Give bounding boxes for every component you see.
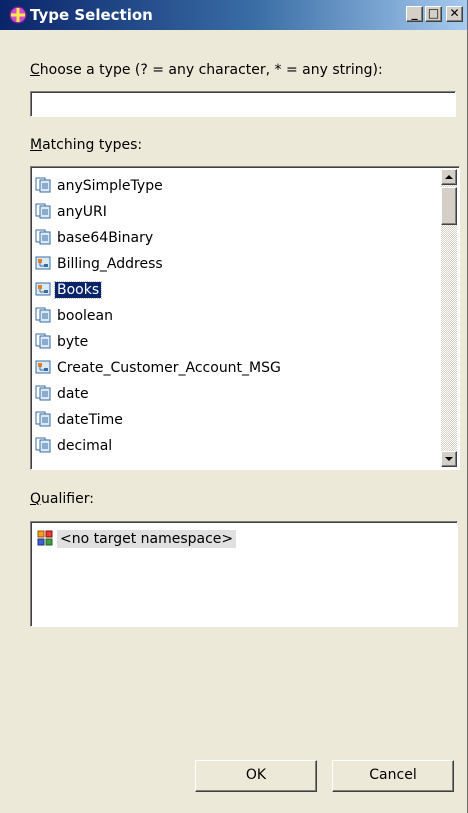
type-selection-icon	[9, 6, 27, 24]
list-item-label: Create_Customer_Account_MSG	[57, 360, 281, 376]
qualifier-label: Qualifier:	[30, 491, 94, 507]
vertical-scrollbar[interactable]	[441, 169, 457, 467]
qualifier-list[interactable]: <no target namespace>	[30, 521, 458, 627]
list-item-label: date	[57, 386, 89, 402]
complex-type-icon	[35, 360, 51, 374]
list-item-label: dateTime	[57, 412, 123, 428]
scroll-down-button[interactable]	[441, 451, 457, 467]
minimize-button[interactable]: _	[406, 6, 423, 22]
list-item[interactable]: decimal	[35, 435, 114, 457]
list-item-label: anySimpleType	[57, 178, 163, 194]
list-item[interactable]: byte	[35, 331, 90, 353]
type-filter-input[interactable]	[30, 91, 456, 117]
namespace-icon	[37, 530, 53, 546]
list-item-label: boolean	[57, 308, 113, 324]
maximize-button[interactable]: □	[425, 6, 442, 22]
simple-type-icon	[35, 437, 51, 453]
simple-type-icon	[35, 307, 51, 323]
list-item[interactable]: Books	[35, 279, 103, 301]
list-item-label: Billing_Address	[57, 256, 163, 272]
list-item[interactable]: anySimpleType	[35, 175, 165, 197]
list-item[interactable]: date	[35, 383, 91, 405]
list-item-label: Books	[53, 281, 103, 299]
qualifier-item-label: <no target namespace>	[57, 530, 237, 548]
title-bar[interactable]: Type Selection _ □ ✕	[0, 0, 467, 30]
arrow-up-icon	[445, 175, 453, 179]
list-item[interactable]: Billing_Address	[35, 253, 165, 275]
list-item[interactable]: base64Binary	[35, 227, 155, 249]
complex-type-icon	[35, 256, 51, 270]
ok-button[interactable]: OK	[195, 760, 317, 792]
list-item-label: byte	[57, 334, 89, 350]
complex-type-icon	[35, 282, 51, 296]
simple-type-icon	[35, 229, 51, 245]
simple-type-icon	[35, 177, 51, 193]
arrow-down-icon	[445, 457, 453, 461]
list-item[interactable]: dateTime	[35, 409, 125, 431]
list-item[interactable]: Create_Customer_Account_MSG	[35, 357, 283, 379]
list-item-label: base64Binary	[57, 230, 154, 246]
simple-type-icon	[35, 203, 51, 219]
qualifier-item[interactable]: <no target namespace>	[37, 528, 237, 550]
type-selection-dialog: Type Selection _ □ ✕ Choose a type (? = …	[0, 0, 468, 813]
list-item[interactable]: anyURI	[35, 201, 109, 223]
simple-type-icon	[35, 411, 51, 427]
window-title: Type Selection	[30, 6, 153, 24]
list-item-label: anyURI	[57, 204, 107, 220]
scroll-up-button[interactable]	[441, 169, 457, 185]
cancel-button[interactable]: Cancel	[332, 760, 454, 792]
scrollbar-thumb[interactable]	[441, 187, 457, 225]
filter-label: Choose a type (? = any character, * = an…	[30, 62, 383, 78]
simple-type-icon	[35, 333, 51, 349]
close-button[interactable]: ✕	[446, 6, 463, 22]
matching-types-list[interactable]: anySimpleType anyURI base64Binary Billing_A…	[30, 166, 460, 470]
simple-type-icon	[35, 385, 51, 401]
list-item[interactable]: boolean	[35, 305, 115, 327]
matching-types-label: Matching types:	[30, 137, 143, 153]
list-item-label: decimal	[57, 438, 113, 454]
